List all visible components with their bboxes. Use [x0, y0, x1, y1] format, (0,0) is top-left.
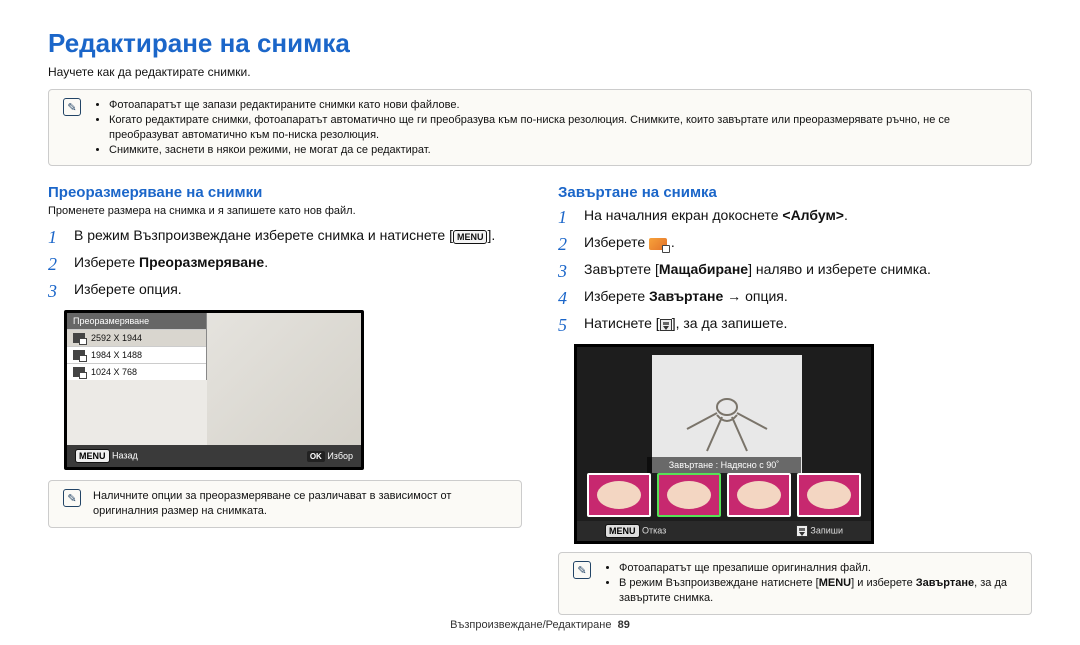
- save-button[interactable]: Запиши: [796, 525, 843, 537]
- rotate-thumbnails: [587, 473, 861, 517]
- step-number: 5: [558, 315, 574, 336]
- step-number: 2: [558, 234, 574, 255]
- resize-desc: Променете размера на снимка и я запишете…: [48, 205, 522, 217]
- rotate-overlay-label: Завъртане : Надясно с 90˚: [647, 457, 801, 473]
- rotate-note-item: Фотоапаратът ще презапише оригиналния фа…: [619, 561, 1019, 576]
- rotate-preview: [652, 355, 802, 473]
- page-subtitle: Научете как да редактирате снимки.: [48, 65, 1032, 79]
- rotate-footnote: ✎ Фотоапаратът ще презапише оригиналния …: [558, 552, 1032, 615]
- rotate-step-1: На началния екран докоснете <Албум>.: [584, 207, 848, 223]
- resize-heading: Преоразмеряване на снимки: [48, 184, 522, 201]
- thumbnail[interactable]: [727, 473, 791, 517]
- resize-step-2: Изберете Преоразмеряване.: [74, 254, 268, 270]
- resize-step-3: Изберете опция.: [74, 281, 182, 297]
- top-note-item: Когато редактирате снимки, фотоапаратът …: [109, 113, 1019, 143]
- top-note-item: Снимките, заснети в някои режими, не мог…: [109, 143, 1019, 158]
- thumbnail[interactable]: [657, 473, 721, 517]
- resize-footnote: ✎ Наличните опции за преоразмеряване се …: [48, 480, 522, 528]
- step-number: 1: [558, 207, 574, 228]
- save-icon: [660, 319, 672, 331]
- step-number: 3: [558, 261, 574, 282]
- menu-icon: MENU: [453, 230, 488, 244]
- back-button[interactable]: MENU Назад: [75, 449, 138, 463]
- thumbnail[interactable]: [587, 473, 651, 517]
- resize-option[interactable]: 1024 X 768: [67, 363, 206, 380]
- top-note-box: ✎ Фотоапаратът ще запази редактираните с…: [48, 89, 1032, 166]
- page-footer: Възпроизвеждане/Редактиране 89: [48, 619, 1032, 631]
- resize-step-1: В режим Възпроизвеждане изберете снимка …: [74, 227, 495, 243]
- note-icon: ✎: [63, 98, 81, 116]
- page-title: Редактиране на снимка: [48, 28, 1032, 59]
- rotate-step-3: Завъртете [Мащабиране] наляво и изберете…: [584, 261, 931, 277]
- note-icon: ✎: [63, 489, 81, 507]
- rotate-note-item: В режим Възпроизвеждане натиснете [MENU]…: [619, 576, 1019, 606]
- rotate-step-4: Изберете Завъртане → опция.: [584, 288, 788, 304]
- resize-option[interactable]: 2592 X 1944: [67, 329, 206, 346]
- size-icon: [73, 333, 85, 343]
- step-number: 1: [48, 227, 64, 248]
- size-icon: [73, 367, 85, 377]
- rotate-camera-screenshot: Завъртане : Надясно с 90˚ MENU Отказ Зап…: [574, 344, 874, 544]
- rotate-heading: Завъртане на снимка: [558, 184, 1032, 201]
- edit-icon: [649, 238, 667, 250]
- cancel-button[interactable]: MENU Отказ: [605, 524, 666, 538]
- resize-camera-screenshot: Преоразмеряване 2592 X 1944 1984 X 1488 …: [64, 310, 364, 470]
- rotate-step-2: Изберете .: [584, 234, 675, 250]
- step-number: 4: [558, 288, 574, 309]
- resize-option[interactable]: 1984 X 1488: [67, 346, 206, 363]
- resize-menu-header: Преоразмеряване: [67, 313, 206, 329]
- step-number: 3: [48, 281, 64, 302]
- note-icon: ✎: [573, 561, 591, 579]
- top-note-item: Фотоапаратът ще запази редактираните сни…: [109, 98, 1019, 113]
- select-button[interactable]: OK Избор: [307, 451, 353, 462]
- step-number: 2: [48, 254, 64, 275]
- thumbnail[interactable]: [797, 473, 861, 517]
- size-icon: [73, 350, 85, 360]
- rotate-step-5: Натиснете [], за да запишете.: [584, 315, 787, 331]
